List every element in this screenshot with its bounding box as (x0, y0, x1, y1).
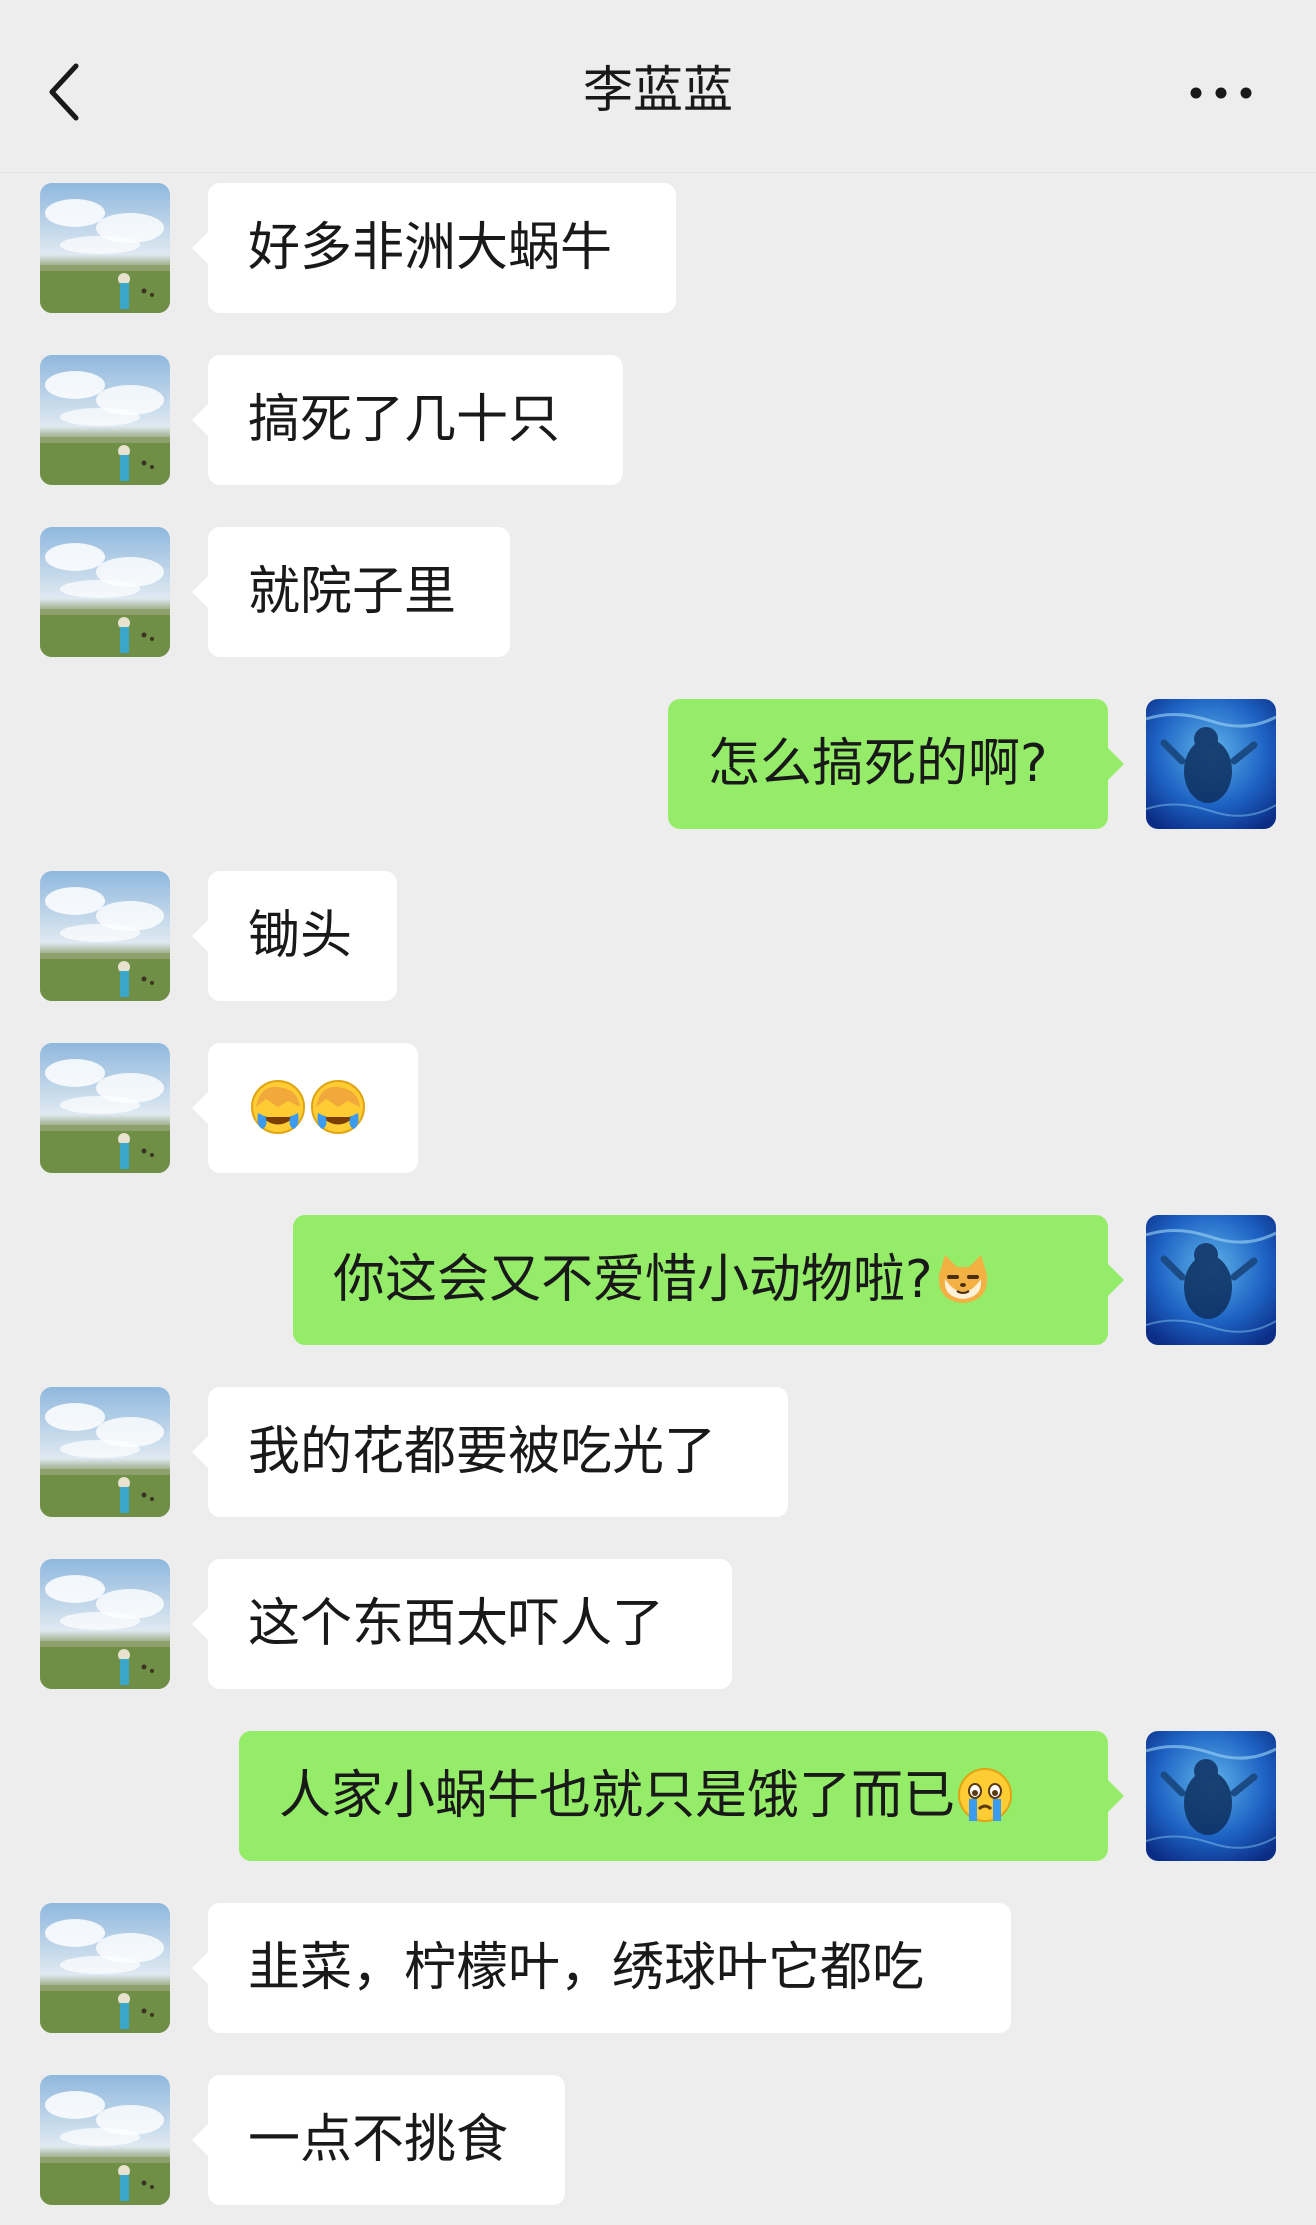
message-bubble[interactable]: 你这会又不爱惜小动物啦? (293, 1215, 1124, 1345)
message-bubble[interactable]: 一点不挑食 (192, 2075, 565, 2205)
message-row-incoming (0, 1043, 1316, 1173)
message-text: 一点不挑食 (248, 2110, 509, 2170)
more-options-button[interactable] (1186, 78, 1256, 108)
message-bubble[interactable]: 锄头 (192, 871, 397, 1001)
facepalm-cry-emoji (311, 1080, 365, 1134)
contact-avatar[interactable] (40, 1387, 170, 1517)
doge-cat-emoji (938, 1255, 987, 1303)
message-bubble[interactable]: 这个东西太吓人了 (192, 1559, 732, 1689)
message-text: 锄头 (248, 906, 353, 966)
message-bubble[interactable] (192, 1043, 418, 1173)
crying-face-emoji (958, 1768, 1013, 1822)
more-dots-icon (1190, 87, 1252, 99)
message-text: 你这会又不爱惜小动物啦? (333, 1250, 933, 1310)
message-text: 好多非洲大蜗牛 (248, 218, 613, 278)
message-text: 韭菜，柠檬叶，绣球叶它都吃 (248, 1938, 925, 1998)
message-bubble[interactable]: 怎么搞死的啊? (668, 699, 1124, 829)
message-row-outgoing: 怎么搞死的啊? (0, 699, 1316, 829)
my-avatar[interactable] (1146, 1731, 1276, 1861)
contact-avatar[interactable] (40, 355, 170, 485)
contact-avatar[interactable] (40, 2075, 170, 2205)
message-text: 就院子里 (248, 562, 457, 622)
my-avatar[interactable] (1146, 699, 1276, 829)
message-row-outgoing: 人家小蜗牛也就只是饿了而已 (0, 1731, 1316, 1861)
message-text: 我的花都要被吃光了 (248, 1422, 717, 1482)
message-row-incoming: 好多非洲大蜗牛 (0, 183, 1316, 313)
message-text: 怎么搞死的啊? (708, 734, 1048, 794)
message-row-incoming: 锄头 (0, 871, 1316, 1001)
message-row-incoming: 我的花都要被吃光了 (0, 1387, 1316, 1517)
contact-avatar[interactable] (40, 527, 170, 657)
facepalm-cry-emoji (251, 1080, 305, 1134)
message-row-incoming: 韭菜，柠檬叶，绣球叶它都吃 (0, 1903, 1316, 2033)
message-row-outgoing: 你这会又不爱惜小动物啦? (0, 1215, 1316, 1345)
contact-avatar[interactable] (40, 1903, 170, 2033)
message-bubble[interactable]: 人家小蜗牛也就只是饿了而已 (239, 1731, 1124, 1861)
message-text: 人家小蜗牛也就只是饿了而已 (279, 1766, 956, 1826)
chat-title: 李蓝蓝 (583, 61, 733, 119)
message-row-incoming: 搞死了几十只 (0, 355, 1316, 485)
message-bubble[interactable]: 搞死了几十只 (192, 355, 623, 485)
my-avatar[interactable] (1146, 1215, 1276, 1345)
contact-avatar[interactable] (40, 1043, 170, 1173)
message-bubble[interactable]: 好多非洲大蜗牛 (192, 183, 676, 313)
chat-header: 李蓝蓝 (0, 0, 1316, 173)
contact-avatar[interactable] (40, 1559, 170, 1689)
message-bubble[interactable]: 我的花都要被吃光了 (192, 1387, 788, 1517)
message-bubble[interactable]: 就院子里 (192, 527, 510, 657)
contact-avatar[interactable] (40, 183, 170, 313)
message-row-incoming: 这个东西太吓人了 (0, 1559, 1316, 1689)
message-bubble[interactable]: 韭菜，柠檬叶，绣球叶它都吃 (192, 1903, 1011, 2033)
contact-avatar[interactable] (40, 871, 170, 1001)
message-text: 搞死了几十只 (248, 390, 561, 450)
message-row-incoming: 一点不挑食 (0, 2075, 1316, 2205)
message-text: 这个东西太吓人了 (248, 1594, 665, 1654)
message-row-incoming: 就院子里 (0, 527, 1316, 657)
